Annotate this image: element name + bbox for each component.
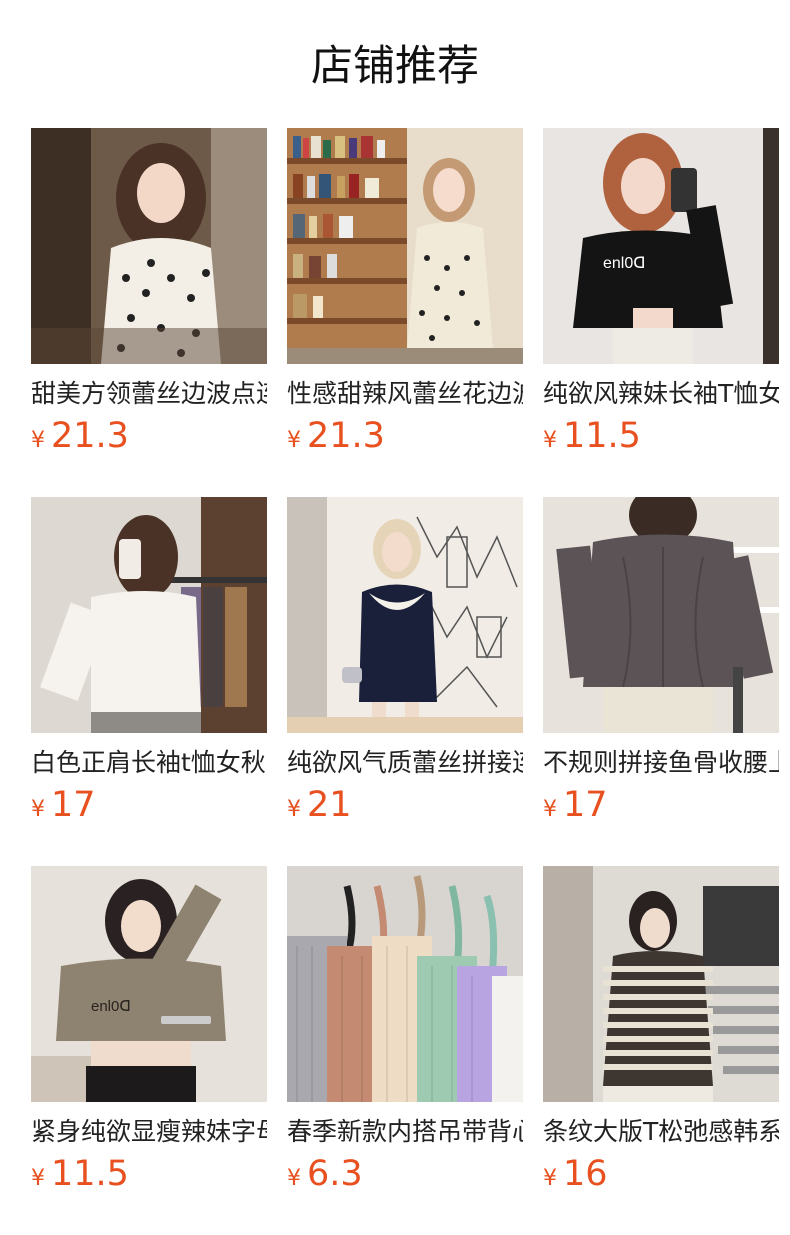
price-value: 17: [563, 785, 608, 825]
svg-text:enl0ᗡ: enl0ᗡ: [603, 255, 646, 272]
product-price: ¥17: [543, 783, 779, 827]
product-title[interactable]: 春季新款内搭吊带背心: [287, 1112, 523, 1152]
price-value: 6.3: [307, 1154, 363, 1194]
currency-symbol: ¥: [31, 797, 45, 822]
product-image[interactable]: [287, 128, 523, 364]
currency-symbol: ¥: [31, 1166, 45, 1191]
product-price: ¥11.5: [543, 414, 779, 458]
page-title: 店铺推荐: [310, 41, 479, 90]
currency-symbol: ¥: [287, 1166, 301, 1191]
product-price: ¥6.3: [287, 1152, 523, 1196]
currency-symbol: ¥: [543, 797, 557, 822]
product-image[interactable]: [287, 866, 523, 1102]
product-price: ¥21: [287, 783, 523, 827]
product-card[interactable]: 纯欲风气质蕾丝拼接连衣裙 ¥21: [287, 497, 523, 866]
black-crop-top-image: enl0ᗡ: [543, 128, 779, 364]
product-image[interactable]: enl0ᗡ: [31, 866, 267, 1102]
product-image[interactable]: [543, 866, 779, 1102]
white-long-sleeve-image: [31, 497, 267, 733]
product-price: ¥16: [543, 1152, 779, 1196]
product-card[interactable]: 不规则拼接鱼骨收腰上衣 ¥17: [543, 497, 779, 866]
grey-fishbone-top-image: [543, 497, 779, 733]
product-title[interactable]: 白色正肩长袖t恤女秋: [31, 743, 267, 783]
product-price: ¥11.5: [31, 1152, 267, 1196]
product-image[interactable]: [287, 497, 523, 733]
product-card[interactable]: enl0ᗡ 纯欲风辣妹长袖T恤女 ¥11.5: [543, 128, 779, 497]
price-value: 16: [563, 1154, 608, 1194]
product-price: ¥17: [31, 783, 267, 827]
product-image[interactable]: enl0ᗡ: [543, 128, 779, 364]
product-title[interactable]: 甜美方领蕾丝边波点连衣裙: [31, 374, 267, 414]
product-card[interactable]: 春季新款内搭吊带背心 ¥6.3: [287, 866, 523, 1235]
price-value: 21.3: [51, 416, 129, 456]
product-title[interactable]: 纯欲风气质蕾丝拼接连衣裙: [287, 743, 523, 783]
product-title[interactable]: 不规则拼接鱼骨收腰上衣: [543, 743, 779, 783]
product-title[interactable]: 纯欲风辣妹长袖T恤女: [543, 374, 779, 414]
camisole-stack-image: [287, 866, 523, 1102]
product-title[interactable]: 条纹大版T松弛感韩系: [543, 1112, 779, 1152]
price-value: 21: [307, 785, 352, 825]
khaki-crop-top-image: enl0ᗡ: [31, 866, 267, 1102]
currency-symbol: ¥: [543, 428, 557, 453]
product-card[interactable]: 性感甜辣风蕾丝花边波点裙 ¥21.3: [287, 128, 523, 497]
product-price: ¥21.3: [287, 414, 523, 458]
product-card[interactable]: enl0ᗡ 紧身纯欲显瘦辣妹字母T恤 ¥11.5: [31, 866, 267, 1235]
svg-text:enl0ᗡ: enl0ᗡ: [91, 998, 131, 1015]
product-card[interactable]: 甜美方领蕾丝边波点连衣裙 ¥21.3: [31, 128, 267, 497]
currency-symbol: ¥: [287, 797, 301, 822]
product-grid: 甜美方领蕾丝边波点连衣裙 ¥21.3: [31, 128, 780, 1235]
product-title[interactable]: 性感甜辣风蕾丝花边波点裙: [287, 374, 523, 414]
navy-lace-dress-image: [287, 497, 523, 733]
product-card[interactable]: 白色正肩长袖t恤女秋 ¥17: [31, 497, 267, 866]
product-image[interactable]: [543, 497, 779, 733]
polka-dot-dress-image: [31, 128, 267, 364]
currency-symbol: ¥: [31, 428, 45, 453]
product-title[interactable]: 紧身纯欲显瘦辣妹字母T恤: [31, 1112, 267, 1152]
price-value: 11.5: [51, 1154, 129, 1194]
price-value: 21.3: [307, 416, 385, 456]
product-image[interactable]: [31, 128, 267, 364]
price-value: 17: [51, 785, 96, 825]
product-card[interactable]: 条纹大版T松弛感韩系 ¥16: [543, 866, 779, 1235]
product-image[interactable]: [31, 497, 267, 733]
currency-symbol: ¥: [287, 428, 301, 453]
price-value: 11.5: [563, 416, 641, 456]
currency-symbol: ¥: [543, 1166, 557, 1191]
polka-dot-dress-bookshelf-image: [287, 128, 523, 364]
product-price: ¥21.3: [31, 414, 267, 458]
striped-tee-image: [543, 866, 779, 1102]
